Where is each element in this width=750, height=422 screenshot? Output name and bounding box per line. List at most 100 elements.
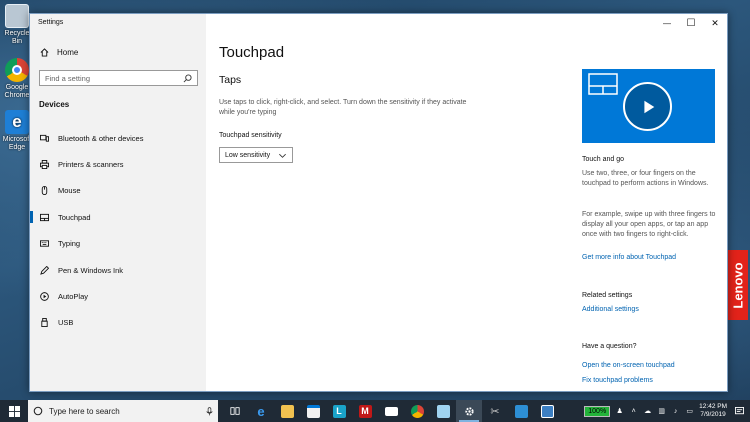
taskbar-settings[interactable] bbox=[456, 400, 482, 422]
taskbar-mcafee[interactable]: M bbox=[352, 400, 378, 422]
play-icon[interactable] bbox=[623, 82, 672, 131]
main-content: — ☐ ✕ Touchpad Taps Use taps to click, r… bbox=[206, 14, 727, 391]
sidebar-item-label: AutoPlay bbox=[58, 292, 89, 302]
gear-icon bbox=[464, 406, 474, 416]
system-tray: 100% ♟ ˄ ☁ ▥ ♪ ▭ 12:42 PM 7/9/2019 bbox=[584, 400, 750, 422]
edge-shortcut[interactable]: e Microsoft Edge bbox=[2, 110, 32, 152]
bluetooth-icon bbox=[40, 134, 49, 143]
sidebar-item-label: Touchpad bbox=[58, 212, 91, 222]
chrome-icon bbox=[410, 404, 424, 418]
find-setting-input[interactable] bbox=[45, 73, 175, 83]
clock-time: 12:42 PM bbox=[699, 403, 727, 410]
touchpad-video[interactable] bbox=[582, 69, 715, 143]
mouse-icon bbox=[40, 186, 49, 196]
sidebar-item-label: Mouse bbox=[58, 186, 81, 196]
sidebar-item-label: USB bbox=[58, 318, 74, 328]
keyboard-icon bbox=[40, 239, 49, 248]
related-settings-heading: Related settings bbox=[582, 292, 633, 299]
microphone-icon[interactable] bbox=[206, 406, 213, 416]
maximize-button[interactable]: ☐ bbox=[679, 14, 703, 32]
sidebar-item-usb[interactable]: USB bbox=[30, 310, 206, 336]
minimize-button[interactable]: — bbox=[655, 14, 679, 32]
clock[interactable]: 12:42 PM 7/9/2019 bbox=[699, 403, 727, 419]
recycle-bin-icon bbox=[5, 4, 29, 28]
taskbar-apps: e L M ✂ bbox=[222, 400, 560, 422]
pen-icon bbox=[40, 265, 49, 275]
taskbar-snip[interactable]: ✂ bbox=[482, 400, 508, 422]
lenovo-app-icon: L bbox=[332, 404, 346, 418]
more-info-link[interactable]: Get more info about Touchpad bbox=[582, 253, 722, 263]
sidebar-item-pen[interactable]: Pen & Windows Ink bbox=[30, 257, 206, 283]
chrome-icon bbox=[5, 58, 29, 82]
notification-icon bbox=[734, 406, 744, 414]
taskbar-remote[interactable] bbox=[534, 400, 560, 422]
sidebar-item-typing[interactable]: Typing bbox=[30, 231, 206, 257]
taskbar-lenovo-app[interactable]: L bbox=[326, 400, 352, 422]
usb-icon bbox=[40, 318, 49, 328]
search-icon bbox=[33, 406, 43, 416]
mail-icon bbox=[384, 406, 398, 416]
autoplay-icon bbox=[40, 292, 49, 301]
edge-label: Microsoft Edge bbox=[2, 136, 32, 151]
sidebar-item-printers[interactable]: Printers & scanners bbox=[30, 151, 206, 177]
taskbar-file-explorer[interactable] bbox=[274, 400, 300, 422]
battery-indicator[interactable]: 100% bbox=[584, 405, 611, 417]
recycle-bin-shortcut[interactable]: Recycle Bin bbox=[2, 4, 32, 46]
lenovo-logo: Lenovo bbox=[728, 250, 748, 320]
sidebar-item-bluetooth[interactable]: Bluetooth & other devices bbox=[30, 125, 206, 151]
sensitivity-value: Low sensitivity bbox=[225, 151, 271, 159]
home-link[interactable]: Home bbox=[40, 48, 78, 57]
sensitivity-dropdown[interactable]: Low sensitivity bbox=[219, 147, 293, 163]
close-button[interactable]: ✕ bbox=[703, 14, 727, 32]
sidebar: Settings Home Devices Bluetooth & other … bbox=[30, 14, 206, 391]
sidebar-item-touchpad[interactable]: Touchpad bbox=[30, 204, 206, 230]
start-button[interactable] bbox=[0, 400, 28, 422]
sidebar-item-label: Printers & scanners bbox=[58, 160, 124, 170]
remote-desktop-icon bbox=[540, 404, 554, 418]
touchpad-illustration-icon bbox=[588, 73, 618, 95]
onscreen-touchpad-link[interactable]: Open the on-screen touchpad bbox=[582, 361, 722, 371]
printer-icon bbox=[40, 160, 49, 170]
taskbar-chrome[interactable] bbox=[404, 400, 430, 422]
devices-nav: Bluetooth & other devices Printers & sca… bbox=[30, 125, 206, 336]
devices-heading: Devices bbox=[39, 100, 70, 109]
taps-heading: Taps bbox=[219, 74, 242, 86]
action-center-button[interactable] bbox=[732, 400, 746, 422]
photos-icon bbox=[514, 404, 528, 418]
taps-description: Use taps to click, right-click, and sele… bbox=[219, 99, 467, 116]
windows-icon bbox=[8, 405, 20, 417]
chrome-shortcut[interactable]: Google Chrome bbox=[2, 58, 32, 100]
sensitivity-label: Touchpad sensitivity bbox=[219, 132, 282, 139]
taskbar-notepad[interactable] bbox=[430, 400, 456, 422]
find-setting-search[interactable] bbox=[39, 70, 198, 86]
chrome-label: Google Chrome bbox=[4, 84, 30, 99]
video-heading: Touch and go bbox=[582, 156, 625, 163]
window-controls: — ☐ ✕ bbox=[655, 14, 727, 32]
edge-icon: e bbox=[5, 110, 29, 134]
sidebar-item-mouse[interactable]: Mouse bbox=[30, 178, 206, 204]
network-icon[interactable]: ▥ bbox=[657, 407, 666, 416]
additional-settings-link[interactable]: Additional settings bbox=[582, 305, 722, 315]
taskbar-search[interactable]: Type here to search bbox=[28, 400, 218, 422]
task-view-button[interactable] bbox=[222, 400, 248, 422]
snip-icon: ✂ bbox=[490, 405, 500, 418]
taskbar-mail[interactable] bbox=[378, 400, 404, 422]
battery-icon[interactable]: ▭ bbox=[685, 407, 694, 416]
sidebar-item-autoplay[interactable]: AutoPlay bbox=[30, 283, 206, 309]
notepad-icon bbox=[436, 404, 450, 418]
settings-window: Settings Home Devices Bluetooth & other … bbox=[29, 13, 728, 392]
up-arrow-icon[interactable]: ˄ bbox=[629, 407, 638, 416]
question-heading: Have a question? bbox=[582, 343, 637, 350]
search-icon bbox=[183, 73, 192, 83]
sidebar-item-label: Typing bbox=[58, 239, 81, 249]
folder-icon bbox=[280, 404, 294, 418]
cloud-icon[interactable]: ☁ bbox=[643, 407, 652, 416]
mcafee-icon: M bbox=[358, 404, 372, 418]
fix-touchpad-link[interactable]: Fix touchpad problems bbox=[582, 376, 722, 386]
person-icon[interactable]: ♟ bbox=[615, 407, 624, 416]
taskbar-store[interactable] bbox=[300, 400, 326, 422]
taskbar-edge[interactable]: e bbox=[248, 400, 274, 422]
chevron-down-icon bbox=[278, 151, 287, 160]
taskbar-photos[interactable] bbox=[508, 400, 534, 422]
volume-icon[interactable]: ♪ bbox=[671, 407, 680, 416]
